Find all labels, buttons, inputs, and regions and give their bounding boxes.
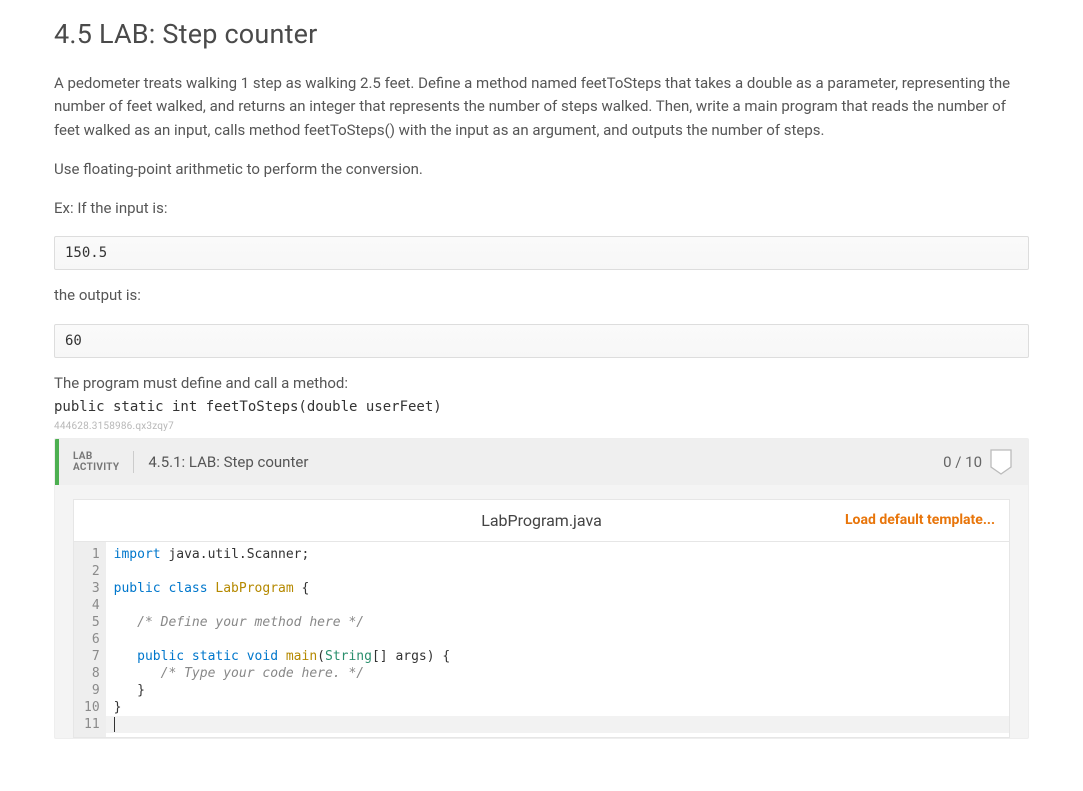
- line-number: 6: [84, 631, 100, 648]
- activity-score: 0 / 10: [943, 453, 982, 471]
- example-output-label: the output is:: [54, 284, 1029, 307]
- example-input-box: 150.5: [54, 236, 1029, 270]
- example-output-box: 60: [54, 324, 1029, 358]
- code-line[interactable]: public static void main(String[] args) {: [114, 648, 1001, 665]
- page-title: 4.5 LAB: Step counter: [54, 18, 1029, 50]
- example-input-label: Ex: If the input is:: [54, 197, 1029, 220]
- code-line[interactable]: /* Define your method here */: [114, 614, 1001, 631]
- line-number: 9: [84, 682, 100, 699]
- line-number: 5: [84, 614, 100, 631]
- define-call-text: The program must define and call a metho…: [54, 372, 1029, 395]
- code-line[interactable]: [114, 563, 1001, 580]
- code-line[interactable]: }: [114, 682, 1001, 699]
- activity-id: 444628.3158986.qx3zqy7: [54, 421, 1029, 432]
- code-line[interactable]: public class LabProgram {: [114, 580, 1001, 597]
- line-number: 8: [84, 665, 100, 682]
- line-number: 3: [84, 580, 100, 597]
- lab-activity-block: LAB ACTIVITY 4.5.1: LAB: Step counter 0 …: [54, 438, 1029, 739]
- code-line[interactable]: /* Type your code here. */: [114, 665, 1001, 682]
- lab-activity-label: LAB ACTIVITY: [59, 451, 134, 473]
- shield-icon: [990, 449, 1012, 475]
- line-number: 7: [84, 648, 100, 665]
- line-number: 2: [84, 563, 100, 580]
- editor-gutter: 1234567891011: [74, 542, 106, 737]
- load-default-template-link[interactable]: Load default template...: [845, 512, 1009, 528]
- code-line[interactable]: [114, 716, 1001, 733]
- line-number: 11: [84, 716, 100, 733]
- editor-code-area[interactable]: import java.util.Scanner; public class L…: [106, 542, 1009, 737]
- line-number: 10: [84, 699, 100, 716]
- code-line[interactable]: }: [114, 699, 1001, 716]
- line-number: 1: [84, 546, 100, 563]
- activity-title: 4.5.1: LAB: Step counter: [134, 453, 943, 471]
- code-line[interactable]: import java.util.Scanner;: [114, 546, 1001, 563]
- activity-header: LAB ACTIVITY 4.5.1: LAB: Step counter 0 …: [55, 439, 1028, 485]
- lab-label-line1: LAB: [73, 451, 119, 462]
- description-paragraph-2: Use floating-point arithmetic to perform…: [54, 158, 1029, 181]
- lab-label-line2: ACTIVITY: [73, 462, 119, 473]
- code-line[interactable]: [114, 597, 1001, 614]
- line-number: 4: [84, 597, 100, 614]
- code-line[interactable]: [114, 631, 1001, 648]
- file-bar: LabProgram.java Load default template...: [73, 499, 1010, 541]
- code-editor[interactable]: 1234567891011 import java.util.Scanner; …: [73, 541, 1010, 738]
- description-paragraph-1: A pedometer treats walking 1 step as wal…: [54, 72, 1029, 142]
- method-signature: public static int feetToSteps(double use…: [54, 399, 1029, 415]
- activity-inner: LabProgram.java Load default template...…: [55, 485, 1028, 738]
